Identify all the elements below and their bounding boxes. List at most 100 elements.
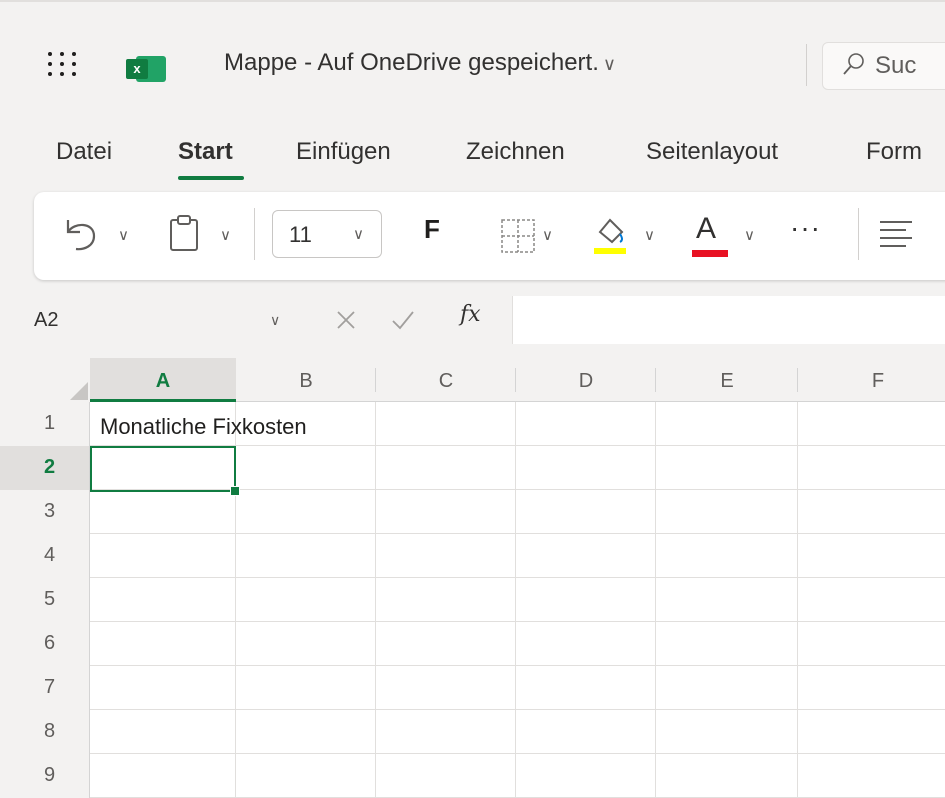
cell-e3[interactable] [656, 490, 798, 534]
cell-e8[interactable] [656, 710, 798, 754]
select-all-button[interactable] [0, 358, 91, 403]
cell-b6[interactable] [236, 622, 376, 666]
cell-b7[interactable] [236, 666, 376, 710]
cell-d4[interactable] [516, 534, 656, 578]
cell-c7[interactable] [376, 666, 516, 710]
cell-c6[interactable] [376, 622, 516, 666]
cell-c8[interactable] [376, 710, 516, 754]
cell-e9[interactable] [656, 754, 798, 798]
paste-dropdown-chevron-icon[interactable]: ∨ [220, 226, 231, 244]
search-box[interactable]: Suc [822, 42, 945, 90]
tab-einfuegen[interactable]: Einfügen [296, 138, 391, 166]
cell-f2[interactable] [798, 446, 945, 490]
cell-e7[interactable] [656, 666, 798, 710]
cell-c3[interactable] [376, 490, 516, 534]
paste-icon[interactable] [166, 214, 202, 254]
app-launcher-icon[interactable] [48, 52, 84, 78]
row-header-label: 2 [44, 456, 56, 478]
column-header-b[interactable]: B [236, 358, 376, 402]
fill-color-icon[interactable] [590, 212, 630, 258]
confirm-check-icon[interactable] [390, 308, 416, 332]
bold-button[interactable]: F [424, 214, 440, 245]
row-header-7[interactable]: 7 [0, 666, 90, 710]
cell-f1[interactable] [798, 402, 945, 446]
cell-b9[interactable] [236, 754, 376, 798]
active-cell-selection[interactable] [90, 446, 236, 492]
tab-zeichnen[interactable]: Zeichnen [466, 138, 565, 166]
cell-f4[interactable] [798, 534, 945, 578]
cell-c5[interactable] [376, 578, 516, 622]
tab-formeln[interactable]: Form [866, 138, 922, 166]
cell-a5[interactable] [90, 578, 236, 622]
column-header-a[interactable]: A [90, 358, 236, 402]
cell-e2[interactable] [656, 446, 798, 490]
tab-seitenlayout[interactable]: Seitenlayout [646, 138, 778, 166]
align-icon[interactable] [876, 218, 916, 254]
row-header-3[interactable]: 3 [0, 490, 90, 534]
cell-f7[interactable] [798, 666, 945, 710]
borders-dropdown-chevron-icon[interactable]: ∨ [542, 226, 553, 244]
cell-c9[interactable] [376, 754, 516, 798]
cell-f5[interactable] [798, 578, 945, 622]
document-title[interactable]: Mappe - Auf OneDrive gespeichert. ∨ [224, 49, 616, 77]
cell-e1[interactable] [656, 402, 798, 446]
cell-f8[interactable] [798, 710, 945, 754]
cell-d2[interactable] [516, 446, 656, 490]
cell-b3[interactable] [236, 490, 376, 534]
cell-a4[interactable] [90, 534, 236, 578]
cell-a6[interactable] [90, 622, 236, 666]
worksheet-grid: ABCDEF 1 2 3 4 5 6 7 8 9 Monatliche Fixkosten [0, 358, 945, 798]
font-size-select[interactable]: 11 ∨ [272, 210, 382, 258]
row-header-8[interactable]: 8 [0, 710, 90, 754]
formula-input[interactable] [512, 296, 945, 344]
cell-b2[interactable] [236, 446, 376, 490]
cell-e4[interactable] [656, 534, 798, 578]
cell-e5[interactable] [656, 578, 798, 622]
cell-b5[interactable] [236, 578, 376, 622]
column-header-c[interactable]: C [376, 358, 516, 402]
name-box[interactable]: A2 ∨ [0, 300, 290, 340]
row-header-4[interactable]: 4 [0, 534, 90, 578]
row-header-6[interactable]: 6 [0, 622, 90, 666]
cell-e6[interactable] [656, 622, 798, 666]
excel-logo-icon[interactable]: x [126, 56, 166, 82]
column-header-d[interactable]: D [516, 358, 656, 402]
undo-dropdown-chevron-icon[interactable]: ∨ [118, 226, 129, 244]
row-header-1[interactable]: 1 [0, 402, 90, 446]
cell-d7[interactable] [516, 666, 656, 710]
cell-c4[interactable] [376, 534, 516, 578]
tab-datei[interactable]: Datei [56, 138, 112, 166]
cell-d6[interactable] [516, 622, 656, 666]
cell-d3[interactable] [516, 490, 656, 534]
fill-handle[interactable] [230, 486, 240, 496]
cell-d9[interactable] [516, 754, 656, 798]
cancel-icon[interactable] [334, 308, 358, 332]
cell-f6[interactable] [798, 622, 945, 666]
tab-start[interactable]: Start [178, 138, 233, 166]
font-color-icon[interactable]: A [688, 208, 732, 260]
cell-a3[interactable] [90, 490, 236, 534]
row-header-9[interactable]: 9 [0, 754, 90, 798]
more-options-button[interactable]: ··· [790, 212, 821, 244]
cell-c2[interactable] [376, 446, 516, 490]
cell-d5[interactable] [516, 578, 656, 622]
row-header-2[interactable]: 2 [0, 446, 90, 490]
cell-a8[interactable] [90, 710, 236, 754]
cell-a7[interactable] [90, 666, 236, 710]
fill-color-dropdown-chevron-icon[interactable]: ∨ [644, 226, 655, 244]
cell-f9[interactable] [798, 754, 945, 798]
cell-d8[interactable] [516, 710, 656, 754]
undo-icon[interactable] [60, 216, 100, 254]
row-header-5[interactable]: 5 [0, 578, 90, 622]
function-icon[interactable]: fx [460, 302, 481, 327]
cell-d1[interactable] [516, 402, 656, 446]
cell-a9[interactable] [90, 754, 236, 798]
column-header-f[interactable]: F [798, 358, 945, 402]
cell-f3[interactable] [798, 490, 945, 534]
font-color-dropdown-chevron-icon[interactable]: ∨ [744, 226, 755, 244]
cell-c1[interactable] [376, 402, 516, 446]
cell-b8[interactable] [236, 710, 376, 754]
borders-icon[interactable] [500, 218, 536, 254]
column-header-e[interactable]: E [656, 358, 798, 402]
cell-b4[interactable] [236, 534, 376, 578]
